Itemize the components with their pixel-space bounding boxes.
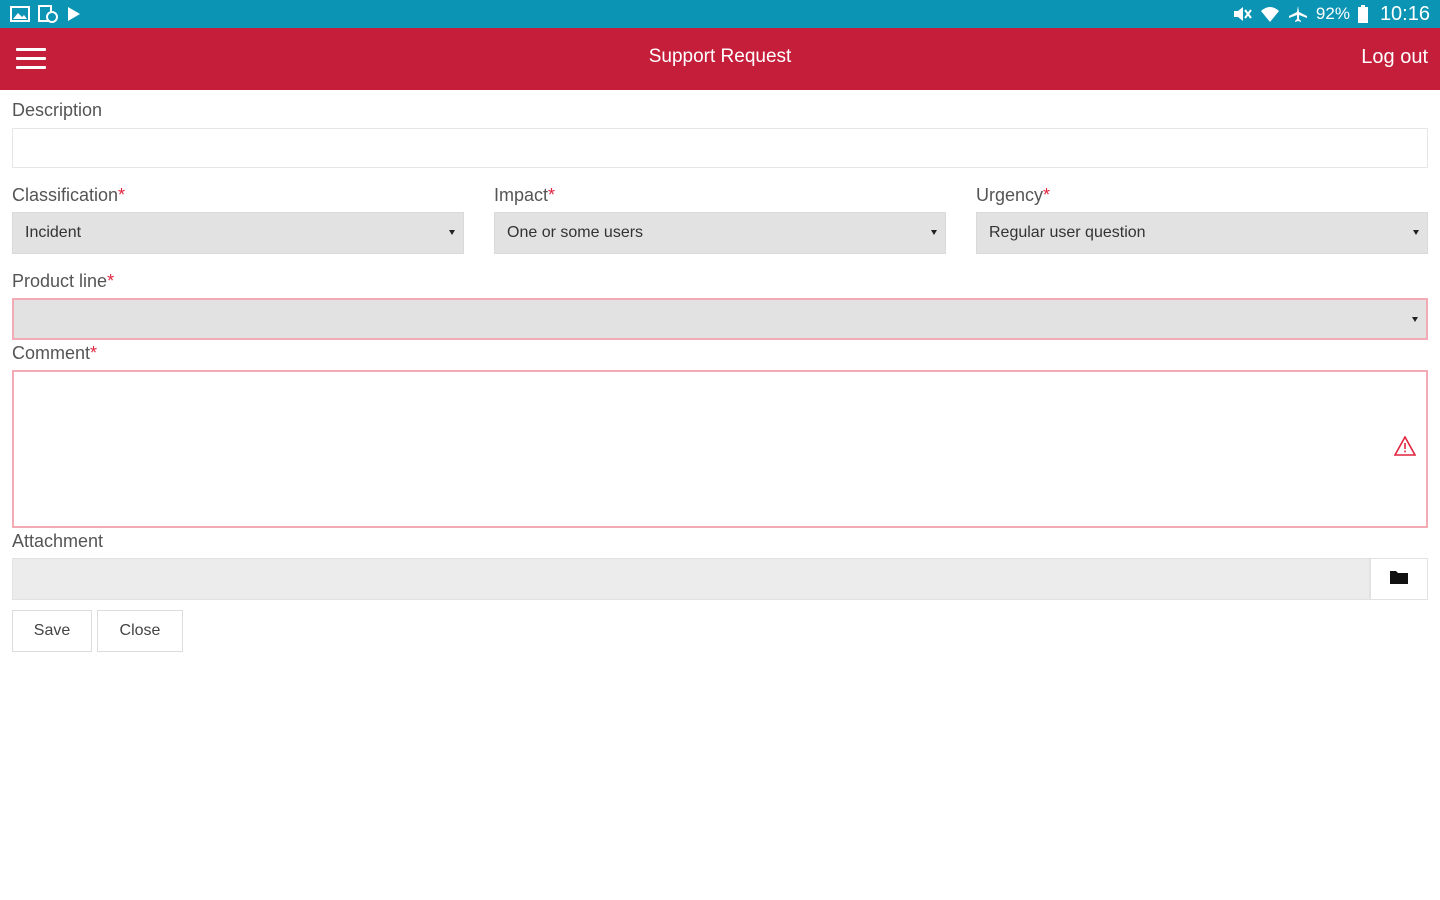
impact-select[interactable]: One or some users	[494, 212, 946, 254]
urgency-value: Regular user question	[989, 224, 1146, 241]
dropdown-arrow-icon	[1413, 230, 1419, 235]
classification-label: Classification*	[12, 185, 125, 206]
dropdown-arrow-icon	[931, 230, 937, 235]
urgency-label-text: Urgency	[976, 185, 1044, 205]
urgency-select[interactable]: Regular user question	[976, 212, 1428, 254]
urgency-label: Urgency*	[976, 185, 1050, 206]
impact-label-text: Impact	[494, 185, 549, 205]
product-line-select[interactable]	[12, 298, 1428, 340]
comment-textarea[interactable]	[12, 370, 1428, 528]
classification-select[interactable]: Incident	[12, 212, 464, 254]
product-line-label: Product line*	[12, 271, 114, 292]
folder-icon	[1390, 570, 1408, 589]
status-left-icons	[10, 5, 82, 23]
wifi-icon	[1260, 5, 1280, 23]
status-right-icons: 92% 10:16	[1232, 3, 1430, 26]
attachment-input[interactable]	[12, 558, 1370, 600]
impact-label: Impact*	[494, 185, 555, 206]
warning-icon	[1393, 435, 1417, 461]
airplane-icon	[1288, 5, 1308, 23]
product-line-label-text: Product line	[12, 271, 108, 291]
battery-percent: 92%	[1315, 4, 1350, 23]
browse-file-button[interactable]	[1370, 558, 1428, 600]
clock: 10:16	[1379, 2, 1430, 25]
status-bar: 92% 10:16	[0, 0, 1440, 28]
comment-label: Comment*	[12, 343, 97, 364]
classification-value: Incident	[25, 224, 82, 241]
page-title: Support Request	[648, 46, 792, 67]
battery-icon	[1357, 5, 1368, 23]
dropdown-arrow-icon	[449, 230, 455, 235]
description-label-text: Description	[12, 100, 103, 120]
save-button[interactable]: Save	[12, 610, 92, 652]
attachment-label-text: Attachment	[12, 531, 104, 551]
impact-value: One or some users	[507, 224, 644, 241]
app-header: Support Request Log out	[0, 28, 1440, 90]
required-mark: *	[107, 271, 115, 291]
logout-button[interactable]: Log out	[1361, 46, 1428, 69]
play-store-icon	[66, 6, 82, 22]
required-mark: *	[90, 343, 98, 363]
close-button[interactable]: Close	[97, 610, 183, 652]
required-mark: *	[118, 185, 126, 205]
dropdown-arrow-icon	[1412, 317, 1418, 322]
mute-icon	[1232, 5, 1252, 23]
comment-label-text: Comment	[12, 343, 91, 363]
description-input[interactable]	[12, 128, 1428, 168]
image-icon	[10, 6, 30, 22]
description-label: Description	[12, 100, 102, 121]
required-mark: *	[548, 185, 556, 205]
attachment-label: Attachment	[12, 531, 103, 552]
classification-label-text: Classification	[12, 185, 119, 205]
device-sync-icon	[38, 5, 58, 23]
required-mark: *	[1043, 185, 1051, 205]
